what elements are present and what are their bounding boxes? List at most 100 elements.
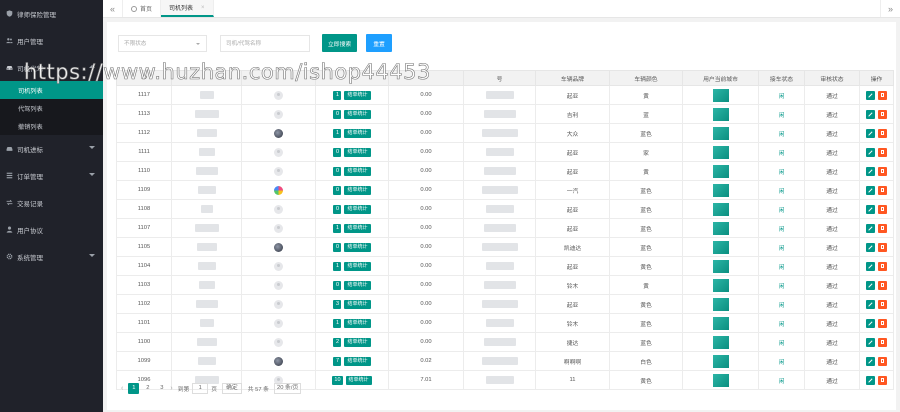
cell-color: 蓝 — [609, 104, 683, 124]
close-icon[interactable]: × — [201, 5, 205, 11]
page-3[interactable]: 3 — [156, 383, 167, 394]
order-stats-button[interactable]: 结单统计 — [344, 280, 371, 290]
cell-name — [171, 180, 242, 200]
sidebar-sub-cancel-list[interactable]: 撤销列表 — [0, 117, 103, 135]
order-stats-button[interactable]: 结单统计 — [344, 223, 371, 233]
edit-icon[interactable] — [866, 356, 875, 366]
list-icon — [6, 172, 13, 179]
delete-icon[interactable] — [878, 375, 887, 385]
cell-pickup-status: 闲 — [758, 370, 805, 390]
sidebar-item-orders[interactable]: 订单管理 — [0, 162, 103, 189]
order-stats-button[interactable]: 结单统计 — [345, 375, 372, 385]
order-stats-button[interactable]: 结单统计 — [344, 337, 371, 347]
cell-brand: 起亚 — [535, 161, 610, 181]
sidebar-sub-proxy-list[interactable]: 代驾列表 — [0, 99, 103, 117]
edit-icon[interactable] — [866, 109, 875, 119]
chevron-up-icon — [89, 65, 95, 68]
status-select[interactable]: 不限状态 — [118, 34, 207, 52]
avatar — [274, 318, 283, 328]
cell-plate — [463, 237, 536, 257]
redacted-city — [712, 354, 729, 368]
order-stats-button[interactable]: 结单统计 — [344, 242, 371, 252]
page-size-select[interactable]: 20 条/页 — [273, 382, 302, 394]
delete-icon[interactable] — [878, 109, 887, 119]
cell-id: 1101 — [116, 313, 172, 333]
redacted-plate — [485, 205, 514, 213]
edit-icon[interactable] — [866, 147, 875, 157]
sidebar: 律师保险管理 用户管理 司机代驾 司机列表 代驾列表 撤销列表 司机进标 订单管… — [0, 0, 103, 412]
edit-icon[interactable] — [866, 223, 875, 233]
delete-icon[interactable] — [878, 90, 887, 100]
tab-home[interactable]: 首页 — [123, 0, 162, 17]
edit-icon[interactable] — [866, 318, 875, 328]
edit-icon[interactable] — [866, 90, 875, 100]
goto-label: 到第 — [177, 386, 190, 393]
delete-icon[interactable] — [878, 299, 887, 309]
order-stats-button[interactable]: 结单统计 — [344, 299, 371, 309]
tab-driver-list[interactable]: 司机列表 × — [161, 0, 214, 17]
goto-page-input[interactable]: 1 — [192, 382, 209, 394]
sidebar-item-users[interactable]: 用户管理 — [0, 27, 103, 54]
cell-id: 1100 — [116, 332, 172, 352]
delete-icon[interactable] — [878, 261, 887, 271]
delete-icon[interactable] — [878, 337, 887, 347]
sidebar-item-driver-apply[interactable]: 司机进标 — [0, 135, 103, 162]
search-button[interactable]: 立即搜索 — [322, 34, 358, 52]
sidebar-sub-driver-list[interactable]: 司机列表 — [0, 81, 103, 99]
prev-page-icon[interactable]: ‹ — [121, 385, 123, 392]
delete-icon[interactable] — [878, 318, 887, 328]
tabs-scroll-left-icon[interactable]: « — [103, 0, 123, 17]
edit-icon[interactable] — [866, 375, 875, 385]
order-stats-button[interactable]: 结单统计 — [344, 318, 371, 328]
main-content: 不限状态 司机/代驾名称 立即搜索 重置 ID 号车辆品牌 车辆颜色 用户当前城市 接车… — [107, 22, 896, 410]
delete-icon[interactable] — [878, 280, 887, 290]
column-header — [171, 70, 242, 86]
edit-icon[interactable] — [866, 261, 875, 271]
cell-actions — [859, 85, 894, 105]
delete-icon[interactable] — [878, 147, 887, 157]
next-page-icon[interactable]: › — [170, 385, 172, 392]
cell-name — [171, 161, 242, 181]
delete-icon[interactable] — [878, 242, 887, 252]
delete-icon[interactable] — [878, 204, 887, 214]
edit-icon[interactable] — [866, 166, 875, 176]
page-1[interactable]: 1 — [128, 382, 140, 394]
goto-confirm-button[interactable]: 确定 — [222, 382, 242, 394]
order-stats-button[interactable]: 结单统计 — [344, 90, 371, 100]
page-2[interactable]: 2 — [142, 383, 153, 394]
order-stats-button[interactable]: 结单统计 — [344, 109, 371, 119]
order-count-badge: 0 — [333, 185, 342, 195]
cell-color: 家 — [609, 142, 683, 162]
name-search-input[interactable]: 司机/代驾名称 — [220, 34, 310, 52]
delete-icon[interactable] — [878, 166, 887, 176]
sidebar-item-agreement[interactable]: 用户协议 — [0, 216, 103, 243]
sidebar-item-transactions[interactable]: 交易记录 — [0, 189, 103, 216]
edit-icon[interactable] — [866, 204, 875, 214]
order-stats-button[interactable]: 结单统计 — [344, 356, 371, 366]
order-stats-button[interactable]: 结单统计 — [344, 147, 371, 157]
delete-icon[interactable] — [878, 185, 887, 195]
delete-icon[interactable] — [878, 223, 887, 233]
edit-icon[interactable] — [866, 242, 875, 252]
edit-icon[interactable] — [866, 337, 875, 347]
edit-icon[interactable] — [866, 299, 875, 309]
sidebar-item-system[interactable]: 系统管理 — [0, 243, 103, 270]
order-stats-button[interactable]: 结单统计 — [344, 204, 371, 214]
edit-icon[interactable] — [866, 128, 875, 138]
delete-icon[interactable] — [878, 356, 887, 366]
cell-id: 1105 — [116, 237, 172, 257]
order-stats-button[interactable]: 结单统计 — [344, 166, 371, 176]
edit-icon[interactable] — [866, 280, 875, 290]
tabs-scroll-right-icon[interactable]: » — [880, 0, 900, 17]
cell-brand: 起亚 — [535, 142, 610, 162]
edit-icon[interactable] — [866, 185, 875, 195]
circle-icon — [131, 5, 137, 12]
sidebar-item-driver-service[interactable]: 司机代驾 — [0, 54, 103, 81]
redacted-plate — [483, 167, 516, 175]
delete-icon[interactable] — [878, 128, 887, 138]
reset-button[interactable]: 重置 — [366, 34, 392, 52]
order-stats-button[interactable]: 结单统计 — [344, 128, 371, 138]
order-stats-button[interactable]: 结单统计 — [344, 261, 371, 271]
order-stats-button[interactable]: 结单统计 — [344, 185, 371, 195]
sidebar-item-insurance[interactable]: 律师保险管理 — [0, 0, 103, 27]
